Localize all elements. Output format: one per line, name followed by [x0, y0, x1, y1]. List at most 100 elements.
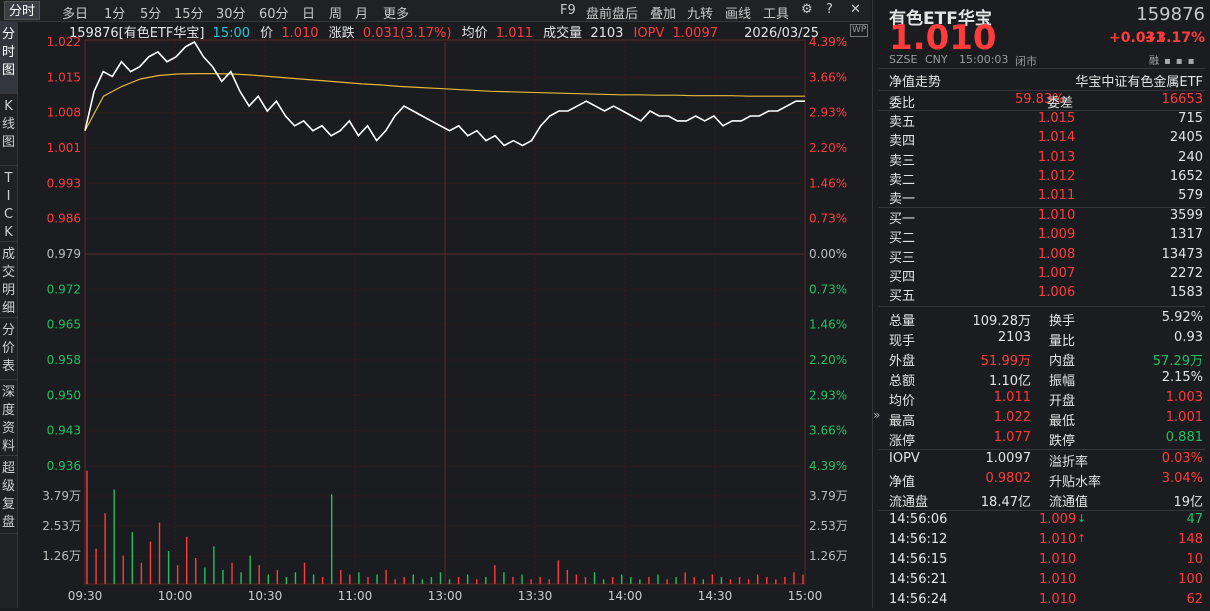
tool-button-4[interactable]: 画线	[725, 3, 751, 22]
stat-row: 净值 0.9802 升贴水率 3.04%	[889, 471, 1203, 490]
stat-label: 流通盘	[889, 495, 929, 510]
nav-char: 深	[1, 385, 15, 400]
bid-row[interactable]: 买三 1.008 13473	[889, 247, 1203, 266]
period-tab-3[interactable]: 5分	[140, 3, 161, 22]
vol-tick-label: 2.53万	[42, 519, 81, 533]
vol-tick-label-right: 3.79万	[809, 489, 848, 503]
tool-button-2[interactable]: 叠加	[650, 3, 676, 22]
stat-value: 1.001	[1165, 410, 1203, 425]
tick-price: 1.010	[1039, 592, 1077, 607]
period-tab-1[interactable]: 多日	[62, 3, 88, 22]
nav-item-5[interactable]: 深度资料	[0, 380, 17, 456]
nav-char: 级	[1, 479, 15, 494]
tick-time: 14:56:21	[889, 572, 948, 587]
iopv-value: 1.0097	[672, 26, 719, 41]
bid-row[interactable]: 买二 1.009 1317	[889, 227, 1203, 246]
tool-button-5[interactable]: 工具	[763, 3, 789, 22]
pct-tick-label: 1.46%	[809, 318, 847, 332]
nav-item-0[interactable]: 分时图	[0, 22, 17, 94]
change-label: 涨跌	[328, 26, 355, 41]
price-tick-label: 0.972	[47, 282, 81, 296]
nav-item-2[interactable]: TICK	[0, 166, 17, 242]
nav-item-6[interactable]: 超级复盘	[0, 456, 17, 534]
tool-button-3[interactable]: 九转	[687, 3, 713, 22]
nav-item-4[interactable]: 分价表	[0, 318, 17, 380]
ask-row[interactable]: 卖二 1.012 1652	[889, 169, 1203, 188]
stat-value: 1.10亿	[989, 374, 1031, 389]
nav-item-1[interactable]: K线图	[0, 94, 17, 166]
ask-row[interactable]: 卖四 1.014 2405	[889, 130, 1203, 149]
left-navigation: 分时图K线图TICK成交明细分价表深度资料超级复盘	[0, 22, 18, 608]
period-tab-4[interactable]: 15分	[174, 3, 204, 22]
bid-volume: 1317	[1169, 227, 1203, 243]
period-tab-10[interactable]: 更多	[383, 3, 409, 22]
nav-char: 明	[1, 283, 15, 298]
bid-volume: 3599	[1169, 208, 1203, 223]
pct-tick-label: 2.93%	[809, 106, 847, 120]
stat-value: 2103	[997, 330, 1031, 345]
nav-item-3[interactable]: 成交明细	[0, 242, 17, 318]
list-icon[interactable]: ▪	[1188, 56, 1195, 67]
pct-tick-label: 4.39%	[809, 459, 847, 473]
price-tick-label: 0.936	[47, 459, 81, 473]
stat-label: 总量	[889, 314, 916, 329]
nav-char: 交	[1, 265, 15, 280]
stat-label: 开盘	[1049, 394, 1076, 409]
time-tick-label: 10:30	[248, 589, 283, 603]
quote-time: 15:00:03	[959, 53, 1009, 66]
ask-price: 1.011	[1038, 188, 1076, 204]
period-tab-9[interactable]: 月	[355, 3, 368, 22]
collapse-panel-icon[interactable]: »	[873, 408, 880, 422]
pin-icon[interactable]: ▪	[1176, 56, 1183, 67]
period-tab-2[interactable]: 1分	[104, 3, 125, 22]
gear-icon[interactable]: ⚙	[801, 2, 813, 17]
ask-volume: 240	[1178, 149, 1203, 165]
edit-icon[interactable]: ▪	[1164, 56, 1171, 67]
nav-char: 图	[1, 135, 15, 150]
period-tab-6[interactable]: 60分	[259, 3, 289, 22]
quote-panel: 有色ETF华宝 159876 1.010 +0.031 +3.17% SZSE CNY 15:…	[872, 0, 1210, 608]
bid-row[interactable]: 买四 1.007 2272	[889, 266, 1203, 285]
tick-price: 1.010	[1039, 532, 1077, 547]
market-status: 闭市	[1015, 55, 1037, 68]
bid-row[interactable]: 买五 1.006 1583	[889, 285, 1203, 304]
period-tab-5[interactable]: 30分	[216, 3, 246, 22]
price-tick-label: 0.958	[47, 353, 81, 367]
bid-label: 买五	[889, 289, 916, 305]
period-tab-7[interactable]: 日	[302, 3, 315, 22]
tick-time: 14:56:06	[889, 512, 948, 527]
nav-trend-row[interactable]: 净值走势 华宝中证有色金属ETF	[889, 71, 1203, 90]
ask-row[interactable]: 卖一 1.011 579	[889, 188, 1203, 207]
vol-value: 2103	[590, 26, 624, 41]
close-icon[interactable]: ✕	[850, 2, 861, 17]
help-icon[interactable]: ?	[826, 2, 833, 17]
pct-tick-label: 0.00%	[809, 247, 847, 261]
nav-char: 成	[1, 247, 15, 262]
time-tick-label: 13:30	[518, 589, 553, 603]
stat-row: 最高 1.022 最低 1.001	[889, 410, 1203, 429]
nav-char: 表	[1, 359, 15, 374]
stat-value: 1.0097	[985, 451, 1032, 466]
time-tick-label: 13:00	[428, 589, 463, 603]
period-tab-0[interactable]: 分时	[4, 1, 41, 20]
nav-char: 时	[1, 45, 15, 60]
nav-char: 料	[1, 439, 15, 454]
ask-row[interactable]: 卖三 1.013 240	[889, 150, 1203, 169]
tick-price: 1.010	[1039, 572, 1077, 587]
vol-label: 成交量	[543, 26, 583, 41]
avg-label: 均价	[461, 26, 488, 41]
code-name: 159876[有色ETF华宝]	[69, 26, 205, 41]
bid-row[interactable]: 买一 1.010 3599	[889, 208, 1203, 227]
vol-tick-label: 1.26万	[42, 549, 81, 563]
tool-button-1[interactable]: 盘前盘后	[586, 3, 638, 22]
time-value: 15:00	[212, 26, 251, 41]
pct-tick-label: 2.20%	[809, 141, 847, 155]
wp-badge[interactable]: WP	[850, 24, 869, 37]
ask-row[interactable]: 卖五 1.015 715	[889, 111, 1203, 130]
intraday-chart[interactable]: 1.0221.0151.0081.0010.9930.9860.9790.972…	[18, 22, 870, 608]
stat-label: 内盘	[1049, 354, 1076, 369]
period-tab-8[interactable]: 周	[329, 3, 342, 22]
stat-label: 跌停	[1049, 434, 1076, 449]
stat-label: 总额	[889, 374, 916, 389]
tool-button-0[interactable]: F9	[560, 3, 576, 18]
